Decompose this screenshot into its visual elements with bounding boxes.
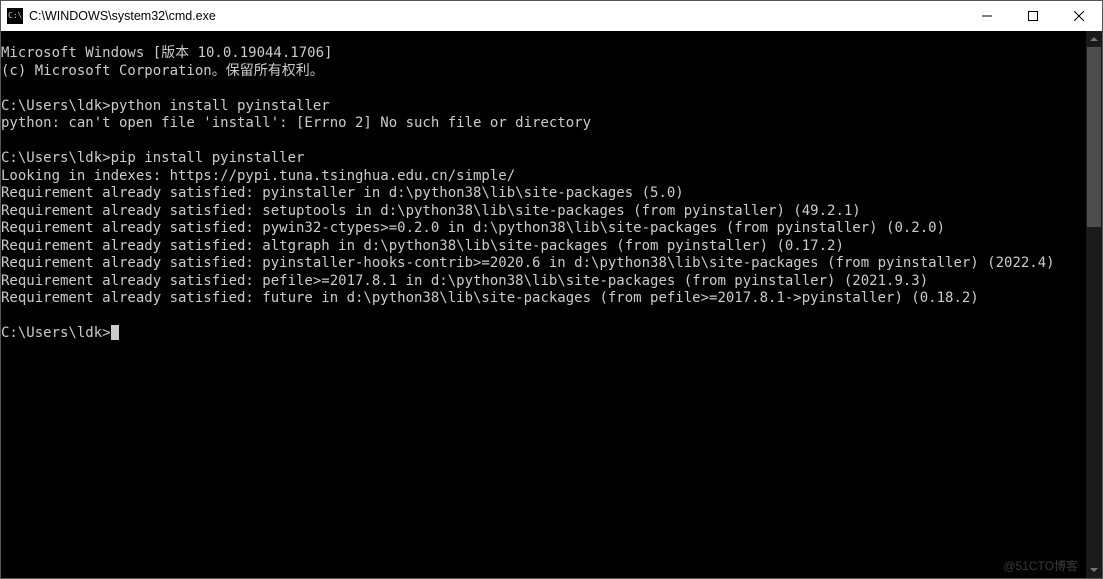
output-line: Requirement already satisfied: pefile>=2… — [1, 273, 928, 289]
banner-line: (c) Microsoft Corporation。保留所有权利。 — [1, 63, 324, 79]
terminal-output[interactable]: Microsoft Windows [版本 10.0.19044.1706] (… — [1, 45, 1086, 578]
chevron-up-icon — [1090, 35, 1098, 43]
typed-command: pip install pyinstaller — [111, 150, 305, 166]
scrollbar-thumb[interactable] — [1087, 47, 1101, 227]
chevron-down-icon — [1090, 566, 1098, 574]
prompt: C:\Users\ldk> — [1, 150, 111, 166]
typed-command: python install pyinstaller — [111, 98, 330, 114]
error-line: python: can't open file 'install': [Errn… — [1, 115, 591, 131]
cmd-icon — [7, 8, 23, 24]
minimize-button[interactable] — [964, 1, 1010, 31]
output-line: Requirement already satisfied: future in… — [1, 290, 979, 306]
scroll-up-button[interactable] — [1086, 31, 1102, 47]
output-line: Looking in indexes: https://pypi.tuna.ts… — [1, 168, 515, 184]
maximize-button[interactable] — [1010, 1, 1056, 31]
banner-line: Microsoft Windows [版本 10.0.19044.1706] — [1, 45, 332, 61]
output-line: Requirement already satisfied: setuptool… — [1, 203, 861, 219]
output-line: Requirement already satisfied: pyinstall… — [1, 185, 684, 201]
vertical-scrollbar[interactable] — [1086, 31, 1102, 578]
prompt: C:\Users\ldk> — [1, 325, 111, 341]
output-line: Requirement already satisfied: pywin32-c… — [1, 220, 945, 236]
output-line: Requirement already satisfied: pyinstall… — [1, 255, 1055, 271]
prompt: C:\Users\ldk> — [1, 98, 111, 114]
terminal-viewport[interactable]: Microsoft Windows [版本 10.0.19044.1706] (… — [1, 31, 1086, 578]
text-cursor — [111, 325, 119, 340]
maximize-icon — [1028, 11, 1038, 21]
scroll-down-button[interactable] — [1086, 562, 1102, 578]
window-title: C:\WINDOWS\system32\cmd.exe — [29, 9, 216, 23]
close-icon — [1074, 11, 1084, 21]
client-area: Microsoft Windows [版本 10.0.19044.1706] (… — [1, 31, 1102, 578]
cmd-window: C:\WINDOWS\system32\cmd.exe Microsoft Wi… — [0, 0, 1103, 579]
close-button[interactable] — [1056, 1, 1102, 31]
titlebar[interactable]: C:\WINDOWS\system32\cmd.exe — [1, 1, 1102, 31]
output-line: Requirement already satisfied: altgraph … — [1, 238, 844, 254]
minimize-icon — [982, 11, 992, 21]
